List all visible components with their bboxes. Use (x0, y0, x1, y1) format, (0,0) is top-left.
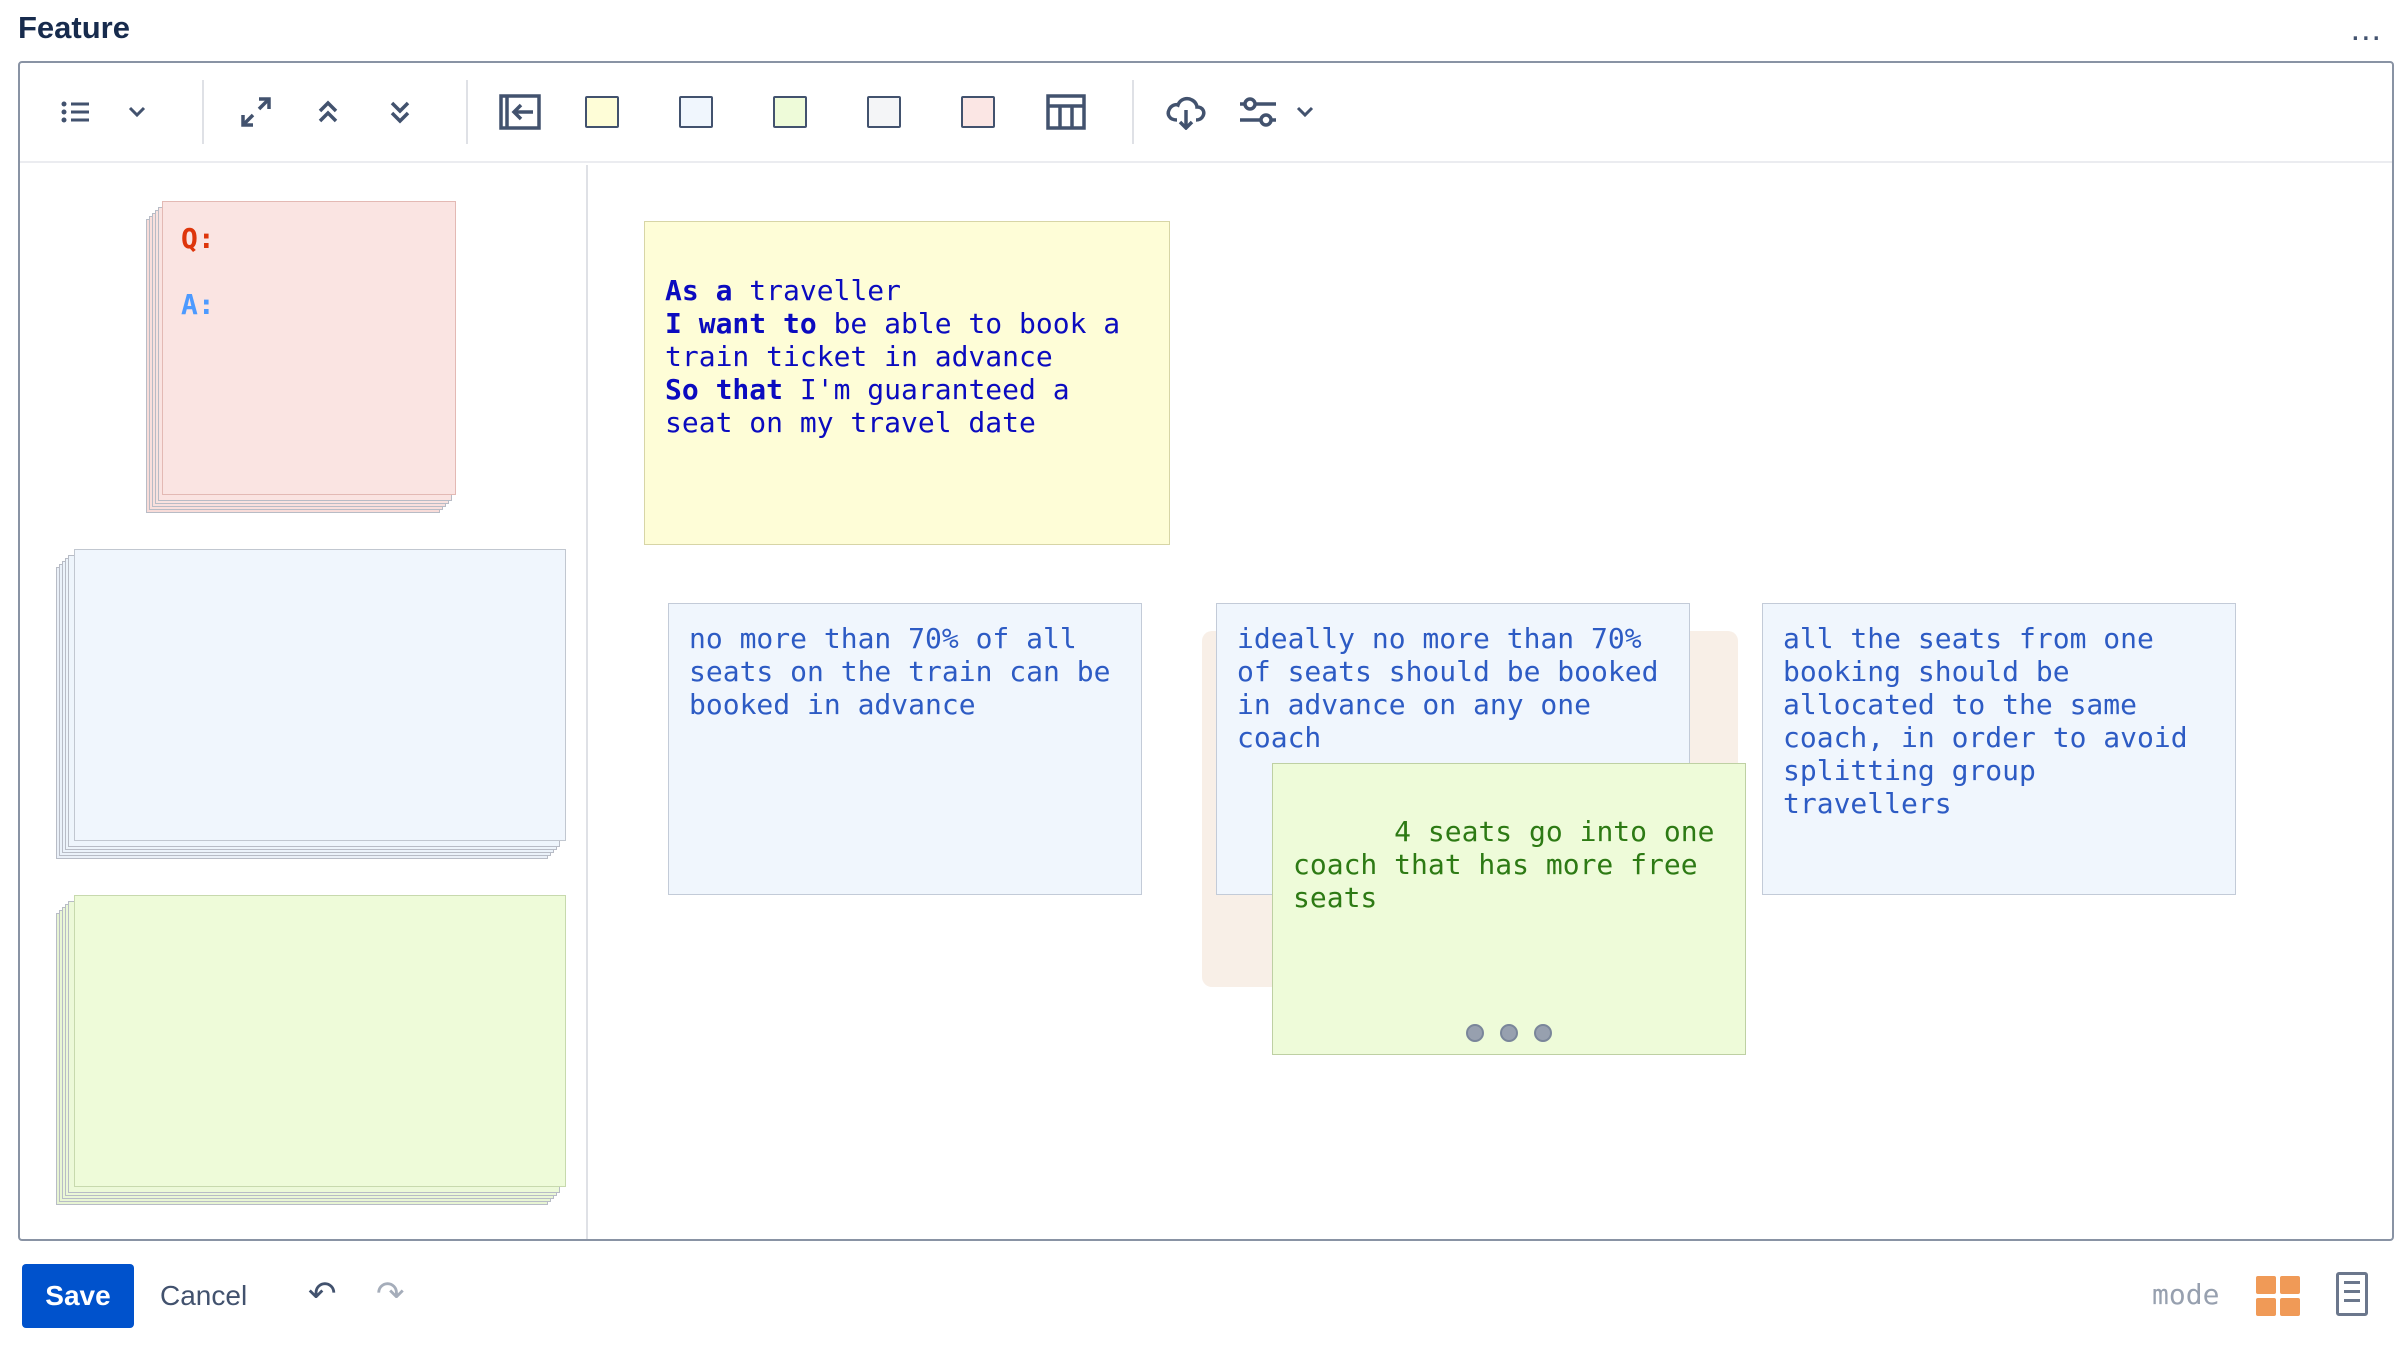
dot-icon (1466, 1024, 1484, 1042)
as-a-text: traveller (732, 274, 902, 307)
toolbar-divider (1132, 80, 1134, 144)
as-a-keyword: As a (665, 274, 733, 307)
more-options-icon[interactable]: ... (2351, 12, 2382, 46)
collapse-up-icon[interactable] (302, 82, 354, 142)
save-button[interactable]: Save (22, 1264, 134, 1328)
cloud-download-icon[interactable] (1160, 82, 1212, 142)
example-card[interactable]: 4 seats go into one coach that has more … (1272, 763, 1746, 1055)
yellow-card-swatch[interactable] (576, 82, 628, 142)
dot-icon (1500, 1024, 1518, 1042)
story-map-canvas: As a traveller I want to be able to book… (590, 165, 2392, 1239)
mode-label: mode (2152, 1278, 2220, 1311)
toolbar-divider (466, 80, 468, 144)
table-icon[interactable] (1040, 82, 1092, 142)
blue-card-swatch[interactable] (670, 82, 722, 142)
so-that-keyword: So that (665, 373, 784, 406)
footer-bar: Save Cancel ↶ ↷ mode (0, 1264, 2408, 1334)
board-view-icon[interactable] (2256, 1276, 2300, 1316)
chevron-down-icon[interactable] (1290, 82, 1320, 142)
i-want-keyword: I want to (665, 307, 817, 340)
grey-card-swatch[interactable] (858, 82, 910, 142)
question-label: Q: (181, 222, 215, 255)
list-icon[interactable] (50, 82, 102, 142)
card-palette-sidebar: Q: A: (20, 165, 588, 1239)
red-card-swatch[interactable] (952, 82, 1004, 142)
card-menu-dots[interactable] (1466, 1024, 1552, 1042)
chevron-down-icon[interactable] (122, 82, 152, 142)
document-view-icon[interactable] (2336, 1272, 2368, 1316)
settings-sliders-icon[interactable] (1232, 82, 1284, 142)
rule-card[interactable]: all the seats from one booking should be… (1762, 603, 2236, 895)
redo-icon[interactable]: ↷ (376, 1274, 405, 1314)
rule-card[interactable]: no more than 70% of all seats on the tra… (668, 603, 1142, 895)
answer-label: A: (181, 288, 215, 321)
toolbar (20, 63, 2392, 163)
page-title: Feature (18, 10, 130, 45)
undo-icon[interactable]: ↶ (308, 1274, 337, 1314)
blue-card-stack[interactable] (56, 549, 576, 865)
toolbar-divider (202, 80, 204, 144)
user-story-card[interactable]: As a traveller I want to be able to book… (644, 221, 1170, 545)
expand-icon[interactable] (230, 82, 282, 142)
example-text: 4 seats go into one coach that has more … (1293, 815, 1732, 914)
green-card-swatch[interactable] (764, 82, 816, 142)
insert-left-icon[interactable] (494, 82, 546, 142)
question-card-stack[interactable]: Q: A: (146, 201, 458, 517)
dot-icon (1534, 1024, 1552, 1042)
cancel-button[interactable]: Cancel (160, 1264, 247, 1328)
collapse-down-icon[interactable] (374, 82, 426, 142)
editor-frame: Q: A: As a traveller I want to be able t… (18, 61, 2394, 1241)
green-card-stack[interactable] (56, 895, 576, 1211)
